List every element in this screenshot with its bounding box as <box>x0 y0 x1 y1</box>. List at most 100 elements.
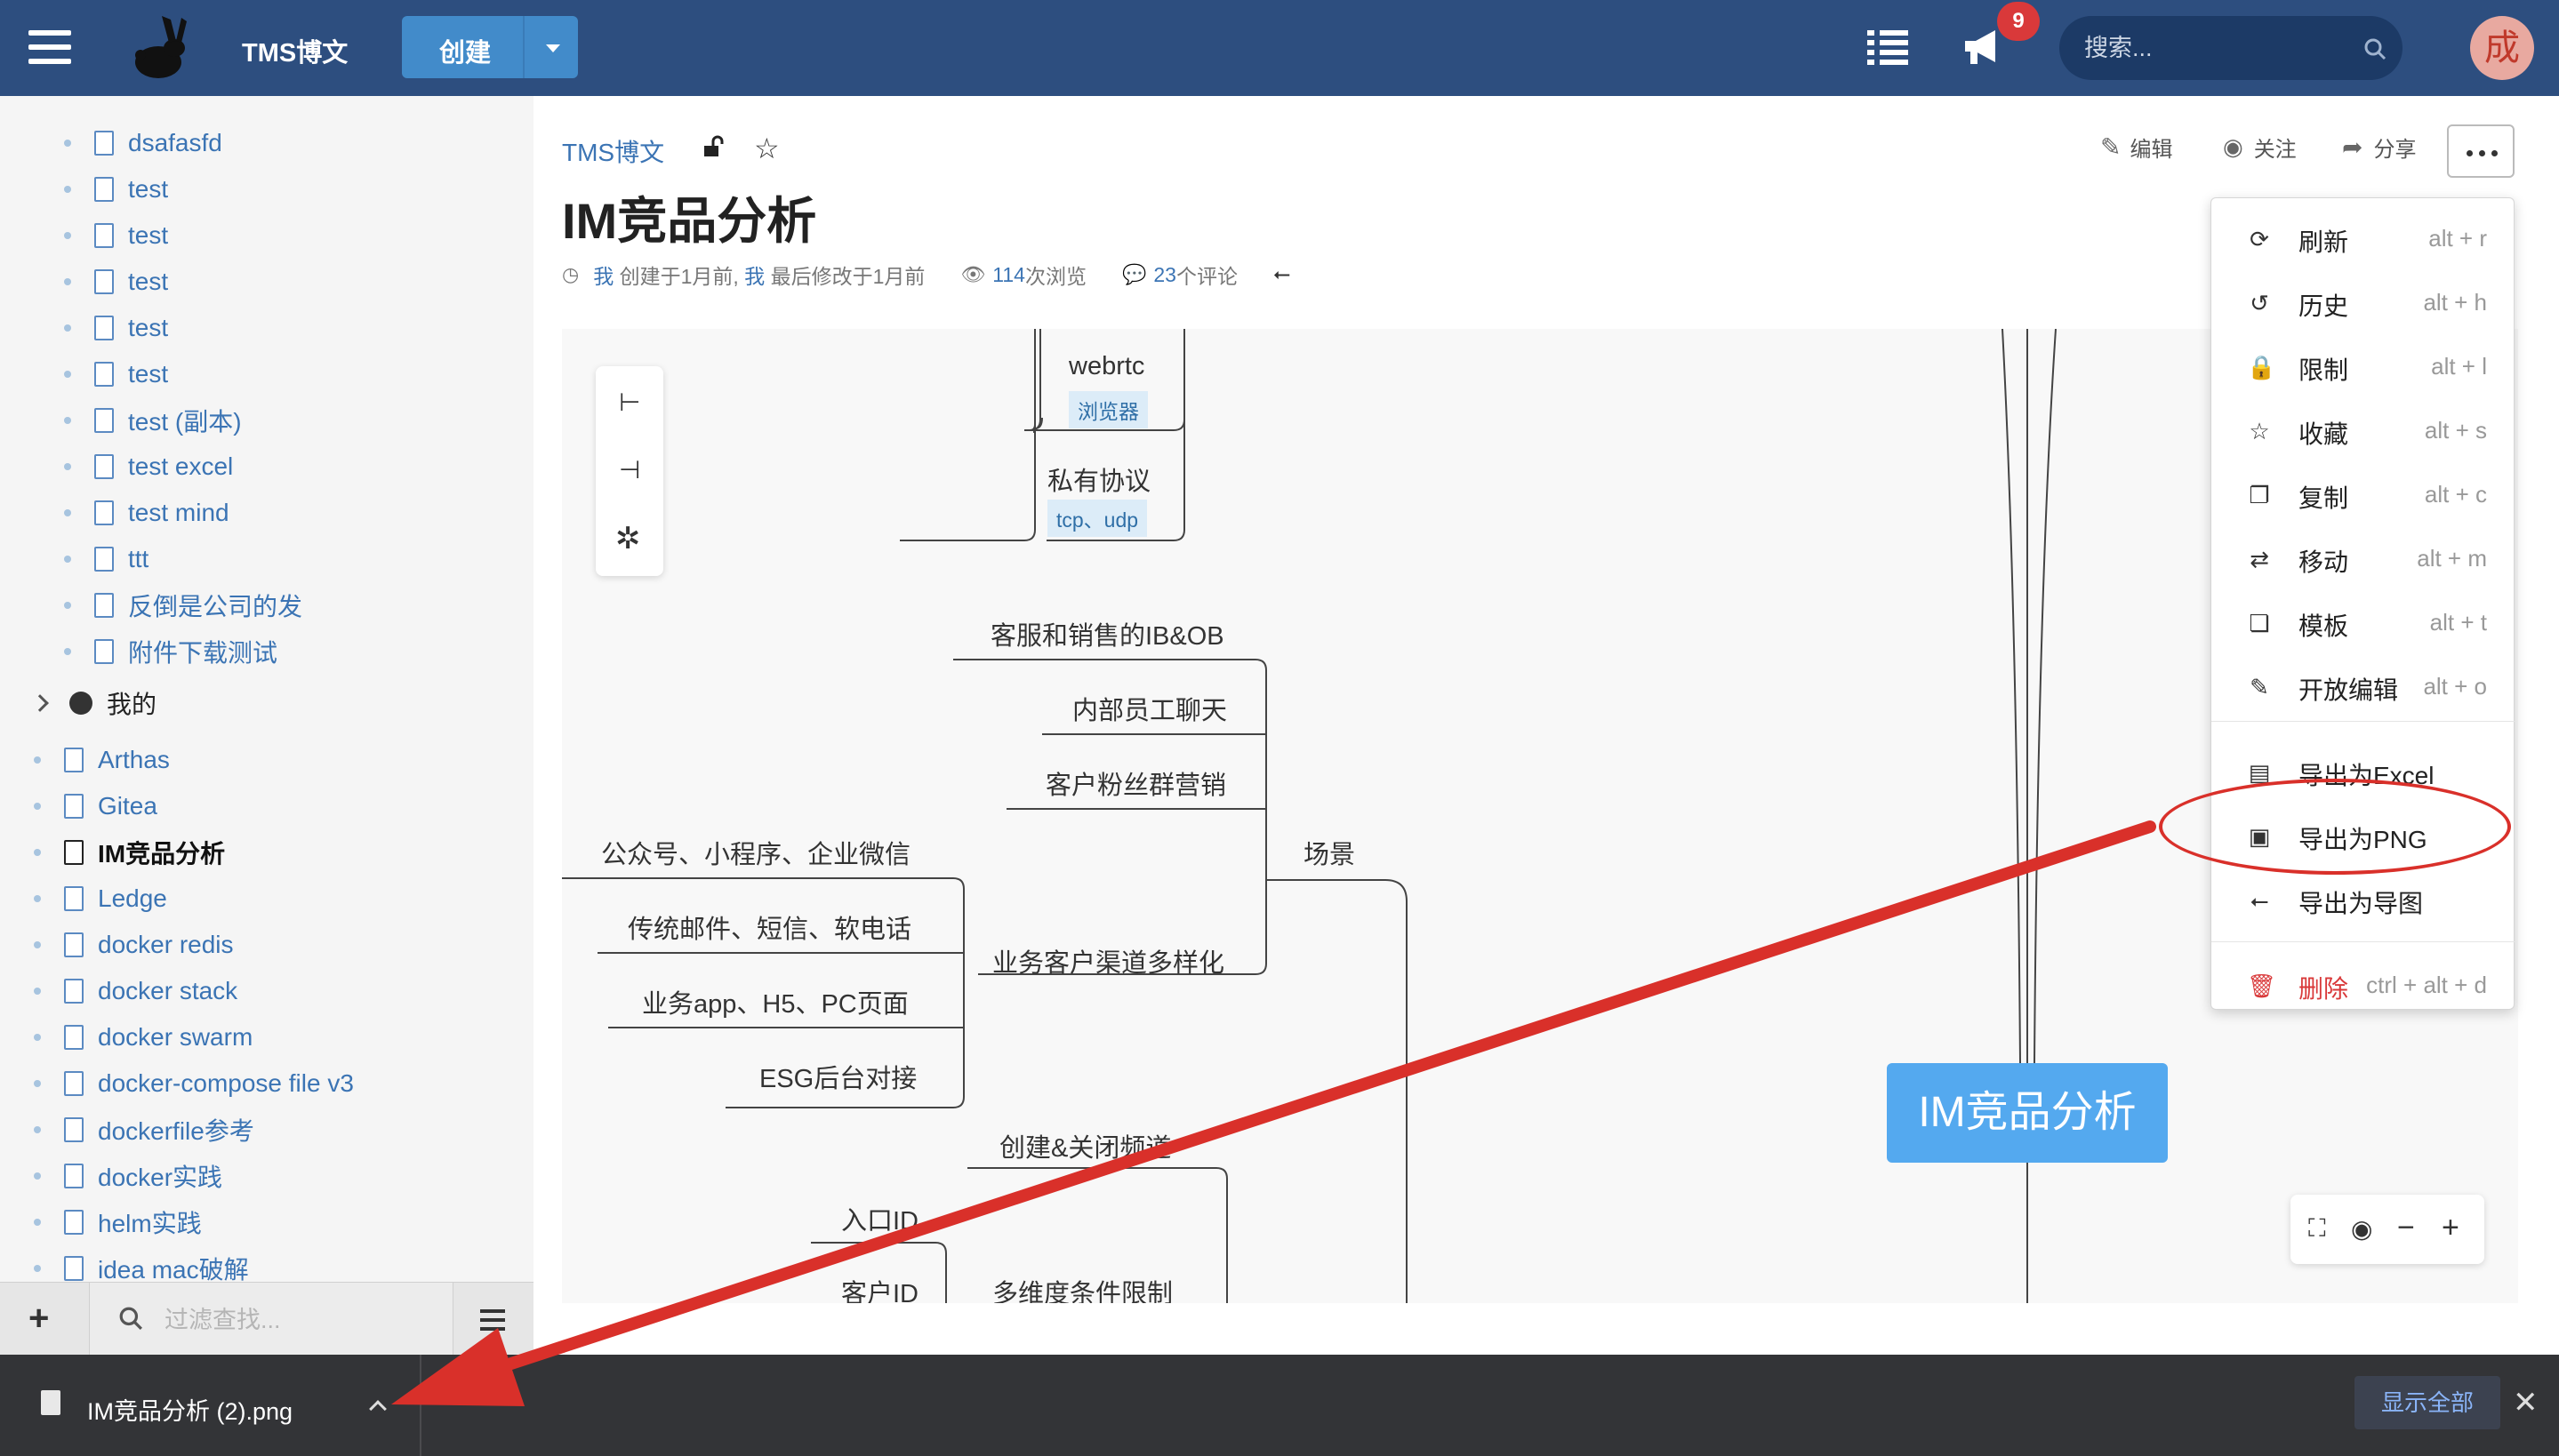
mindmap-node[interactable]: 入口ID <box>841 1200 919 1237</box>
dropdown-item[interactable]: ⇄ 移动 alt + m <box>2211 529 2515 586</box>
mindmap-root-node[interactable]: IM竞品分析 <box>1887 1063 2168 1163</box>
sidebar-item[interactable]: 附件下载测试 <box>64 629 277 674</box>
dropdown-item[interactable]: ✎ 开放编辑 alt + o <box>2211 657 2515 714</box>
mindmap-tag: tcp、udp <box>1047 500 1148 537</box>
layout-radial-icon[interactable]: ✲ <box>615 521 641 556</box>
modifier-link[interactable]: 我 <box>744 260 765 290</box>
mindmap-node[interactable]: 客户粉丝群营销 <box>1046 764 1226 802</box>
sidebar-item[interactable]: ttt <box>64 537 148 581</box>
search-box[interactable] <box>2059 16 2403 80</box>
user-avatar[interactable]: 成 <box>2470 16 2534 80</box>
dropdown-item[interactable]: ↺ 历史 alt + h <box>2211 273 2515 330</box>
document-icon <box>94 223 114 248</box>
mindmap-node[interactable]: 公众号、小程序、企业微信 <box>601 834 910 871</box>
dropdown-item[interactable]: ⟳ 刷新 alt + r <box>2211 209 2515 266</box>
show-all-downloads-button[interactable]: 显示全部 <box>2354 1376 2501 1429</box>
sidebar-item[interactable]: test <box>64 306 168 350</box>
sidebar-item[interactable]: test excel <box>64 444 233 489</box>
sidebar-item[interactable]: test (副本) <box>64 398 242 443</box>
sidebar-item[interactable]: Gitea <box>34 784 157 828</box>
layout-tree-icon[interactable]: ⊣ <box>619 455 640 484</box>
bullet <box>34 803 41 810</box>
sidebar-item[interactable]: test <box>64 260 168 304</box>
zoom-in-icon[interactable]: + <box>2442 1211 2459 1245</box>
edit-action[interactable]: ✎ 编辑 <box>2100 132 2172 163</box>
mindmap-node[interactable]: 创建&关闭频道 <box>999 1127 1171 1164</box>
sidebar-item[interactable]: test mind <box>64 491 229 535</box>
comment-count[interactable]: 23 <box>1153 263 1176 287</box>
sidebar-item[interactable]: docker stack <box>34 969 237 1013</box>
megaphone-icon[interactable] <box>1960 25 2004 69</box>
rabbit-logo-icon[interactable] <box>123 12 194 84</box>
dropdown-item[interactable]: ⭠ 导出为导图 <box>2211 870 2515 927</box>
sidebar-item[interactable]: IM竞品分析 <box>34 830 225 875</box>
sidebar-item-label: ttt <box>128 545 149 572</box>
mindmap-node[interactable]: ESG后台对接 <box>759 1058 917 1095</box>
sidebar-item-label: 附件下载测试 <box>128 639 278 667</box>
dropdown-item[interactable]: 🔒 限制 alt + l <box>2211 337 2515 394</box>
hamburger-menu-icon[interactable] <box>28 30 71 66</box>
document-icon <box>94 316 114 340</box>
dropdown-item[interactable]: 🗑 删除 ctrl + alt + d <box>2211 956 2515 1012</box>
sidebar-item[interactable]: helm实践 <box>34 1200 202 1244</box>
download-item[interactable]: IM竞品分析 (2).png <box>0 1355 421 1456</box>
dropdown-item[interactable]: ❏ 模板 alt + t <box>2211 593 2515 650</box>
caret-down-icon[interactable] <box>546 44 560 52</box>
dropdown-item[interactable]: ❐ 复制 alt + c <box>2211 465 2515 522</box>
search-icon[interactable] <box>2363 37 2387 60</box>
close-icon[interactable]: ✕ <box>2513 1385 2539 1420</box>
chevron-up-icon[interactable] <box>369 1400 387 1418</box>
mindmap-node[interactable]: 业务app、H5、PC页面 <box>642 983 909 1020</box>
sidebar-item[interactable]: test <box>64 352 168 396</box>
fullscreen-icon[interactable]: ⛶ <box>2308 1214 2326 1244</box>
sidebar-item[interactable]: Arthas <box>34 738 170 782</box>
create-button-label: 创建 <box>439 39 492 68</box>
mindmap-node[interactable]: 客户ID <box>841 1273 919 1303</box>
view-count[interactable]: 114 <box>992 263 1025 287</box>
creator-link[interactable]: 我 <box>593 260 614 290</box>
sidebar-item-label: docker实践 <box>98 1164 223 1191</box>
breadcrumb[interactable]: TMS博文 <box>562 133 664 169</box>
mindmap-node[interactable]: 传统邮件、短信、软电话 <box>628 908 911 946</box>
sidebar-item[interactable]: test <box>64 167 168 212</box>
sidebar-item[interactable]: 反倒是公司的发 <box>64 583 302 628</box>
mindmap-node[interactable]: 业务客户渠道多样化 <box>992 942 1224 980</box>
star-icon[interactable]: ☆ <box>754 132 780 165</box>
sidebar-item[interactable]: docker swarm <box>34 1015 253 1060</box>
share-action[interactable]: ➦ 分享 <box>2342 132 2416 163</box>
sidebar-item[interactable]: docker-compose file v3 <box>34 1061 354 1106</box>
mindmap-node[interactable]: 私有协议 <box>1047 460 1151 498</box>
filter-input[interactable] <box>164 1300 431 1340</box>
more-options-button[interactable] <box>2447 124 2515 178</box>
locate-icon[interactable]: ◉ <box>2351 1214 2372 1244</box>
sidebar-item[interactable]: docker实践 <box>34 1154 222 1198</box>
search-input[interactable] <box>2084 28 2342 68</box>
chevron-right-icon[interactable] <box>31 694 49 712</box>
mindmap-node[interactable]: 场景 <box>1304 834 1355 871</box>
create-button[interactable]: 创建 <box>402 16 578 78</box>
sidebar-group-mine[interactable]: 我的 <box>31 681 156 725</box>
watch-action[interactable]: ◉ 关注 <box>2223 132 2297 163</box>
mindmap-node[interactable]: 内部员工聊天 <box>1072 690 1227 727</box>
unlock-icon[interactable] <box>702 135 726 158</box>
sidebar-filter[interactable] <box>89 1283 453 1357</box>
brand-title[interactable]: TMS博文 <box>242 32 348 69</box>
usb-icon[interactable]: ⭠ <box>1273 262 1290 287</box>
search-icon <box>119 1307 142 1330</box>
dropdown-item[interactable]: ☆ 收藏 alt + s <box>2211 401 2515 458</box>
sidebar-item[interactable]: docker redis <box>34 923 234 967</box>
mindmap-node[interactable]: 多维度条件限制 <box>992 1273 1173 1303</box>
mindmap-node[interactable]: webrtc <box>1069 352 1144 381</box>
sidebar-item[interactable]: Ledge <box>34 876 167 921</box>
layout-right-icon[interactable]: ⊢ <box>619 388 640 417</box>
sidebar-item[interactable]: test <box>64 213 168 258</box>
notification-badge[interactable]: 9 <box>1997 2 2040 41</box>
add-page-button[interactable]: + <box>28 1299 49 1339</box>
mindmap-node[interactable]: 客服和销售的IB&OB <box>991 615 1224 652</box>
sidebar-item[interactable]: dockerfile参考 <box>34 1108 254 1152</box>
list-icon[interactable] <box>1867 30 1908 66</box>
zoom-out-icon[interactable]: − <box>2397 1211 2415 1245</box>
dropdown-item-label: 导出为导图 <box>2298 890 2424 917</box>
sidebar-item[interactable]: dsafasfd <box>64 121 222 165</box>
sidebar-menu-icon[interactable] <box>480 1309 505 1336</box>
